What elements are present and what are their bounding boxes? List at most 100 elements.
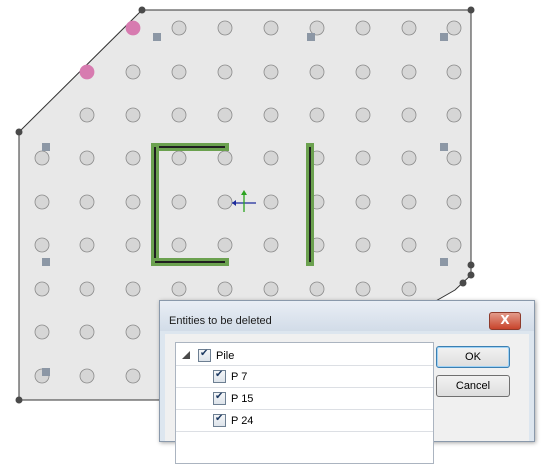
entity-tree[interactable]: Pile P 7 P 15 P 24 (175, 342, 434, 464)
pile[interactable] (125, 194, 141, 210)
pile[interactable] (125, 281, 141, 297)
pile[interactable] (217, 194, 233, 210)
tree-row-p24[interactable]: P 24 (176, 412, 433, 430)
pile[interactable] (309, 107, 325, 123)
pile[interactable] (263, 107, 279, 123)
pile-cap-marker (307, 33, 315, 41)
p24-checkbox[interactable] (213, 413, 226, 427)
dialog-title: Entities to be deleted (169, 315, 272, 327)
pile[interactable] (34, 237, 50, 253)
dialog-titlebar: Entities to be deleted X (160, 301, 534, 331)
pile[interactable] (446, 107, 462, 123)
pile-cap-marker (440, 258, 448, 266)
pile[interactable] (125, 150, 141, 166)
pile-cap-marker (153, 33, 161, 41)
pile[interactable] (125, 368, 141, 384)
ok-button[interactable]: OK (436, 346, 510, 368)
pile[interactable] (171, 237, 187, 253)
boundary-vertex[interactable] (138, 6, 146, 14)
pile[interactable] (79, 324, 95, 340)
pile[interactable] (217, 150, 233, 166)
pile[interactable] (217, 20, 233, 36)
pile[interactable] (263, 150, 279, 166)
pile[interactable] (171, 64, 187, 80)
root-checkbox[interactable] (198, 348, 211, 362)
pile[interactable] (263, 20, 279, 36)
selected-pile[interactable] (79, 64, 95, 80)
close-button[interactable]: X (489, 312, 521, 330)
pile[interactable] (263, 237, 279, 253)
selected-pile[interactable] (125, 20, 141, 36)
pile[interactable] (355, 194, 371, 210)
pile[interactable] (34, 324, 50, 340)
pile[interactable] (446, 237, 462, 253)
pile[interactable] (401, 281, 417, 297)
pile[interactable] (79, 150, 95, 166)
pile[interactable] (401, 64, 417, 80)
pile[interactable] (355, 237, 371, 253)
pile[interactable] (263, 64, 279, 80)
tree-row-p15[interactable]: P 15 (176, 390, 433, 408)
boundary-vertex[interactable] (467, 261, 475, 269)
pile[interactable] (446, 150, 462, 166)
pile[interactable] (355, 107, 371, 123)
boundary-vertex[interactable] (467, 6, 475, 14)
pile[interactable] (79, 194, 95, 210)
pile[interactable] (171, 194, 187, 210)
tree-row-root[interactable]: Pile (176, 347, 433, 365)
pile[interactable] (125, 237, 141, 253)
pile[interactable] (446, 194, 462, 210)
pile[interactable] (309, 20, 325, 36)
pile[interactable] (309, 281, 325, 297)
pile[interactable] (401, 237, 417, 253)
tree-item-label: P 24 (231, 415, 254, 427)
tree-divider (176, 387, 433, 388)
p7-checkbox[interactable] (213, 369, 226, 383)
pile[interactable] (79, 281, 95, 297)
pile[interactable] (79, 107, 95, 123)
pile[interactable] (355, 281, 371, 297)
entities-to-delete-dialog: Entities to be deleted X Pile P 7 P 15 (159, 300, 535, 464)
pile-cap-marker (42, 368, 50, 376)
pile[interactable] (125, 107, 141, 123)
pile[interactable] (171, 20, 187, 36)
pile[interactable] (79, 368, 95, 384)
pile[interactable] (355, 20, 371, 36)
pile[interactable] (309, 64, 325, 80)
pile[interactable] (446, 20, 462, 36)
boundary-vertex[interactable] (15, 396, 23, 404)
pile[interactable] (263, 281, 279, 297)
close-icon: X (500, 313, 510, 327)
tree-root-label: Pile (216, 350, 235, 362)
pile[interactable] (171, 150, 187, 166)
pile[interactable] (401, 150, 417, 166)
pile[interactable] (355, 150, 371, 166)
pile[interactable] (217, 107, 233, 123)
pile[interactable] (34, 281, 50, 297)
pile[interactable] (263, 194, 279, 210)
pile[interactable] (446, 64, 462, 80)
pile-cap-marker (42, 143, 50, 151)
boundary-vertex[interactable] (459, 279, 467, 287)
cancel-button[interactable]: Cancel (436, 375, 510, 397)
pile[interactable] (171, 281, 187, 297)
pile[interactable] (171, 107, 187, 123)
pile[interactable] (401, 20, 417, 36)
tree-item-label: P 15 (231, 393, 254, 405)
p15-checkbox[interactable] (213, 391, 226, 405)
pile[interactable] (79, 237, 95, 253)
pile[interactable] (355, 64, 371, 80)
pile[interactable] (401, 107, 417, 123)
boundary-vertex[interactable] (467, 271, 475, 279)
pile[interactable] (34, 194, 50, 210)
pile[interactable] (217, 281, 233, 297)
expand-arrow-icon[interactable] (182, 351, 190, 359)
pile[interactable] (401, 194, 417, 210)
pile[interactable] (125, 64, 141, 80)
pile[interactable] (34, 150, 50, 166)
tree-row-p7[interactable]: P 7 (176, 368, 433, 386)
pile[interactable] (125, 324, 141, 340)
pile[interactable] (217, 64, 233, 80)
pile[interactable] (217, 237, 233, 253)
boundary-vertex[interactable] (15, 128, 23, 136)
